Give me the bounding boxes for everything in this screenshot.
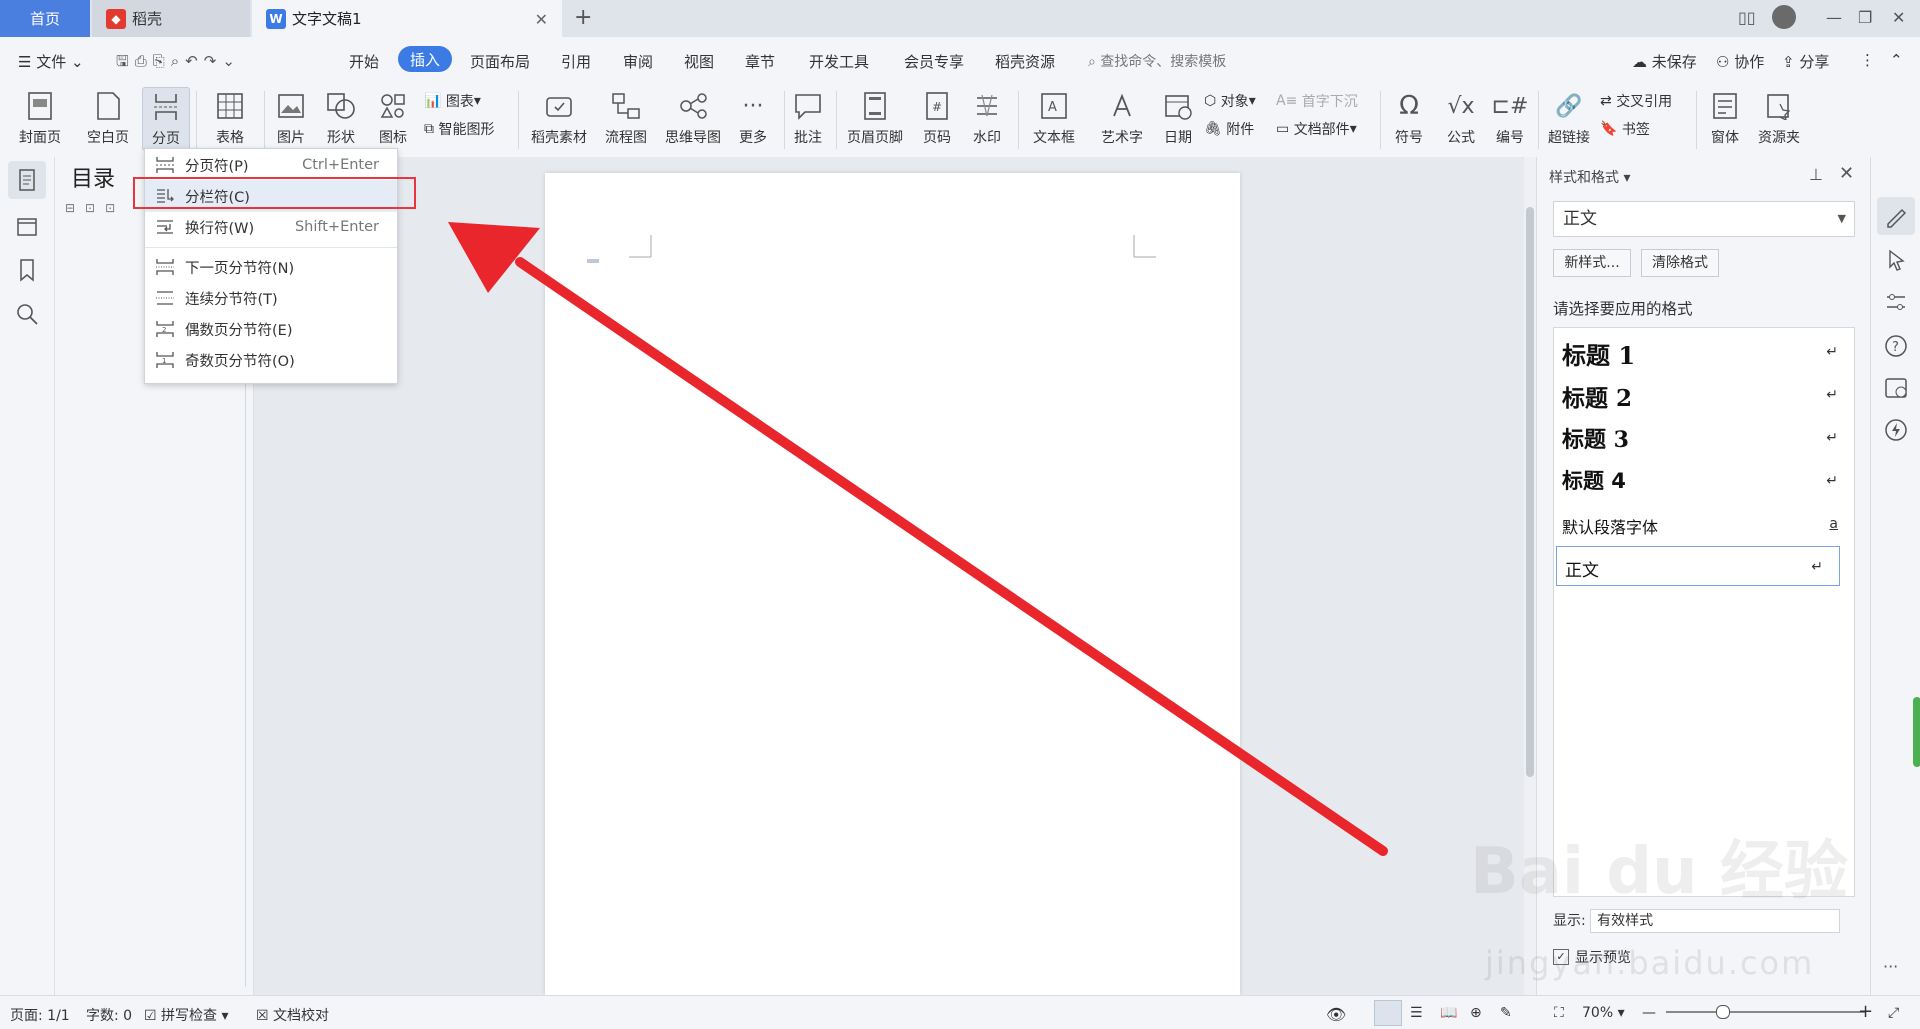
page-indicator[interactable]: 页面: 1/1 xyxy=(10,1005,70,1025)
read-view-icon[interactable]: 📖 xyxy=(1440,1005,1457,1021)
status-bar: 页面: 1/1 字数: 0 ☑ 拼写检查 ▾ ☒ 文档校对 👁 ☰ 📖 ⊕ ✎ … xyxy=(0,995,1920,1029)
eye-protection-icon[interactable]: 👁 xyxy=(1326,1005,1346,1024)
outline-view-icon[interactable]: ☰ xyxy=(1410,1005,1423,1021)
baidu-watermark-url: jingyan.baidu.com xyxy=(1485,944,1815,982)
web-view-icon[interactable]: ⊕ xyxy=(1470,1005,1482,1021)
fit-page-icon[interactable]: ⛶ xyxy=(1554,1005,1564,1021)
zoom-value: 70% xyxy=(1582,1005,1614,1021)
page-view-icon[interactable] xyxy=(1374,1000,1402,1026)
pen-icon[interactable]: ✎ xyxy=(1500,1005,1512,1021)
spell-check[interactable]: ☑ 拼写检查 ▾ xyxy=(144,1005,229,1025)
zoom-slider-handle[interactable] xyxy=(1716,1005,1730,1019)
zoom-out-icon[interactable]: — xyxy=(1642,1005,1656,1021)
zoom-in-icon[interactable]: + xyxy=(1858,1001,1873,1022)
zoom-level[interactable]: 70% ▾ xyxy=(1582,1005,1625,1021)
proofread-label: 文档校对 xyxy=(273,1008,330,1024)
spell-check-icon: ☑ xyxy=(144,1008,157,1024)
expand-icon[interactable]: ⤢ xyxy=(1888,1005,1899,1021)
word-count[interactable]: 字数: 0 xyxy=(86,1005,132,1025)
spell-check-label: 拼写检查 xyxy=(161,1008,218,1024)
zoom-slider[interactable] xyxy=(1666,1011,1866,1013)
arrow-head xyxy=(448,222,540,293)
baidu-watermark: Bai du 经验 xyxy=(1470,835,1848,909)
proofread-icon: ☒ xyxy=(256,1008,269,1024)
arrow-shaft xyxy=(515,257,1388,856)
doc-proofread[interactable]: ☒ 文档校对 xyxy=(256,1005,329,1025)
